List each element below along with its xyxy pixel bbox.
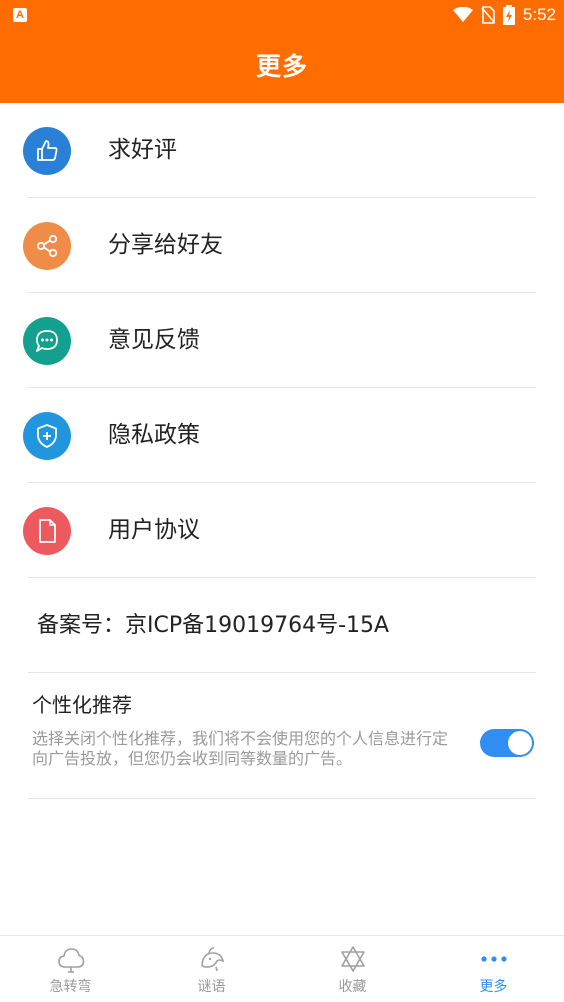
menu-item-user-agreement[interactable]: 用户协议: [0, 483, 564, 578]
menu-item-label: 用户协议: [108, 517, 200, 543]
star-of-david-icon: [337, 944, 369, 974]
toggle-knob: [508, 731, 532, 755]
tab-label: 收藏: [338, 979, 367, 995]
tab-label: 更多: [479, 979, 508, 995]
status-time: 5:52: [522, 5, 556, 24]
personalization-description: 选择关闭个性化推荐，我们将不会使用您的个人信息进行定向广告投放，但您仍会收到同等…: [32, 729, 449, 768]
wifi-icon: [452, 7, 473, 22]
a-icon: A: [13, 8, 27, 22]
tab-riddles[interactable]: 谜语: [141, 936, 282, 1002]
share-icon: [23, 222, 71, 270]
icp-record: 备案号：京ICP备19019764号-15A: [0, 578, 564, 673]
status-bar: A 5:52: [0, 0, 564, 30]
no-sim-icon: [481, 6, 495, 24]
cloud-icon: [55, 944, 87, 974]
divider: [28, 798, 536, 799]
menu-item-share[interactable]: 分享给好友: [0, 198, 564, 293]
menu-item-label: 隐私政策: [108, 422, 200, 448]
shield-icon: [23, 412, 71, 460]
battery-charging-icon: [502, 5, 515, 25]
tab-riddles-brain-teaser[interactable]: 急转弯: [0, 936, 141, 1002]
more-dots-icon: [478, 944, 510, 974]
icp-record-text: 备案号：京ICP备19019764号-15A: [37, 613, 390, 638]
feedback-icon: [23, 317, 71, 365]
tab-label: 谜语: [197, 979, 226, 995]
tab-label: 急转弯: [49, 979, 92, 995]
menu-item-privacy[interactable]: 隐私政策: [0, 388, 564, 483]
settings-list: 求好评 分享给好友 意见反馈 隐私政策 用户协议 备案号：京ICP备190197…: [0, 103, 564, 799]
bird-icon: [196, 944, 228, 974]
system-icons: 5:52: [452, 3, 556, 27]
menu-item-label: 求好评: [108, 137, 177, 163]
tab-more[interactable]: 更多: [423, 936, 564, 1002]
personalization-title: 个性化推荐: [32, 693, 132, 717]
app-header: 更多: [0, 30, 564, 103]
menu-item-feedback[interactable]: 意见反馈: [0, 293, 564, 388]
bottom-tab-bar: 急转弯 谜语 收藏 更多: [0, 935, 564, 1002]
thumbs-up-icon: [23, 127, 71, 175]
document-icon: [23, 507, 71, 555]
menu-item-label: 意见反馈: [108, 327, 200, 353]
menu-item-label: 分享给好友: [108, 232, 223, 258]
personalization-setting: 个性化推荐 选择关闭个性化推荐，我们将不会使用您的个人信息进行定向广告投放，但您…: [0, 673, 564, 799]
page-title: 更多: [255, 52, 308, 81]
menu-item-rate[interactable]: 求好评: [0, 103, 564, 198]
tab-favorites[interactable]: 收藏: [282, 936, 423, 1002]
personalization-toggle[interactable]: [480, 729, 534, 757]
